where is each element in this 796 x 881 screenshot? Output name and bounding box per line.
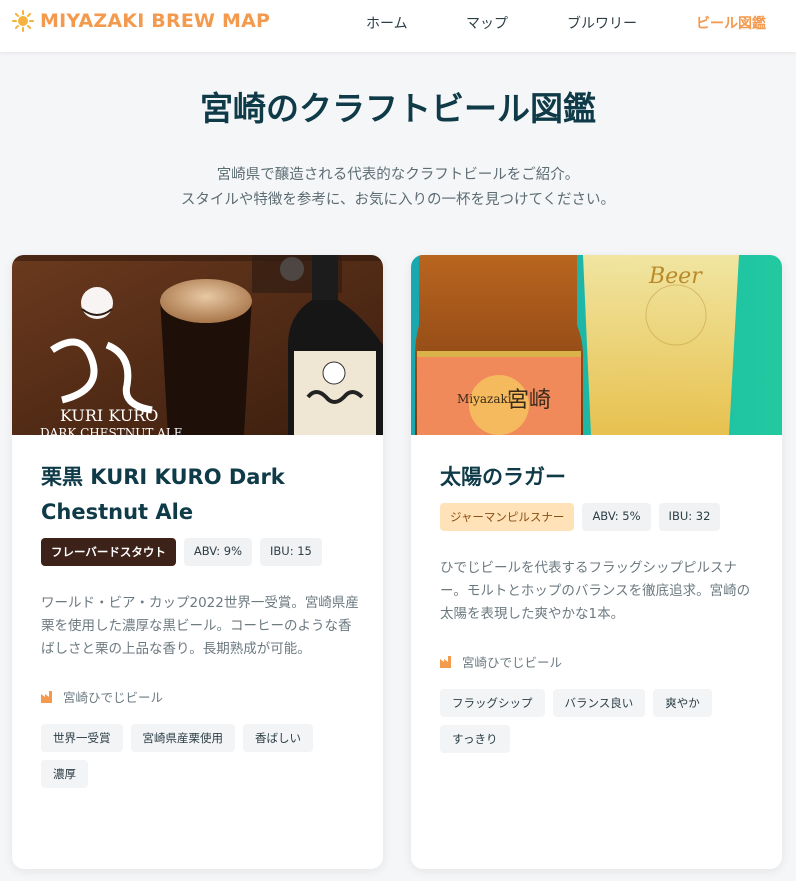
tag-chip[interactable]: バランス良い (552, 689, 646, 717)
page-subtitle: 宮崎県で醸造される代表的なクラフトビールをご紹介。 スタイルや特徴を参考に、お気… (0, 163, 796, 213)
beer-card-body: 栗黒 KURI KURO Dark Chestnut Ale フレーバードスタウ… (41, 460, 361, 788)
ibu-badge: IBU: 32 (658, 503, 721, 531)
brewery-name: 宮崎ひでじビール (63, 690, 164, 705)
abv-badge: ABV: 5% (582, 503, 651, 531)
top-nav-bar: MIYAZAKI BREW MAP ホーム マップ ブルワリー ビール図鑑 (0, 0, 796, 52)
beer-specs: ジャーマンピルスナー ABV: 5% IBU: 32 (440, 503, 760, 531)
beer-description: ワールド・ビア・カップ2022世界一受賞。宮崎県産栗を使用した濃厚な黒ビール。コ… (41, 595, 359, 657)
factory-icon (440, 655, 451, 668)
image-label-miyazaki-kanji: 宮崎 (507, 388, 551, 413)
beer-image-taiyo-lager: Beer Miyazaki 宮崎 (411, 255, 782, 435)
brewery-info: 宮崎ひでじビール (440, 652, 760, 671)
image-label-miyazaki: Miyazaki (457, 392, 512, 406)
beer-name: 栗黒 KURI KURO Dark Chestnut Ale (41, 465, 285, 524)
beer-card-taiyo-lager[interactable]: Beer Miyazaki 宮崎 太陽のラガー ジャーマンピルスナー ABV: … (411, 255, 782, 869)
subtitle-line-1: 宮崎県で醸造される代表的なクラフトビールをご紹介。 (216, 167, 580, 183)
style-badge: ジャーマンピルスナー (440, 503, 575, 531)
factory-icon (41, 690, 52, 703)
nav-map[interactable]: マップ (466, 13, 508, 33)
beer-tags: 世界一受賞 宮崎県産栗使用 香ばしい 濃厚 (41, 724, 341, 788)
image-label-dark-chestnut: DARK CHESTNUT ALE (40, 426, 183, 435)
brewery-info: 宮崎ひでじビール (41, 687, 361, 706)
tag-chip[interactable]: 宮崎県産栗使用 (130, 724, 235, 752)
beer-tags: フラッグシップ バランス良い 爽やか すっきり (440, 689, 740, 753)
beer-card-kuri-kuro[interactable]: KURI KURO DARK CHESTNUT ALE 栗黒 KURI KURO… (12, 255, 383, 869)
beer-card-body: 太陽のラガー ジャーマンピルスナー ABV: 5% IBU: 32 ひでじビール… (440, 460, 760, 753)
tag-chip[interactable]: すっきり (440, 725, 510, 753)
beer-specs: フレーバードスタウト ABV: 9% IBU: 15 (41, 538, 361, 566)
brewery-name: 宮崎ひでじビール (462, 655, 563, 670)
nav-breweries[interactable]: ブルワリー (567, 13, 637, 33)
ibu-badge: IBU: 15 (260, 538, 322, 566)
style-badge: フレーバードスタウト (41, 538, 176, 566)
image-label-kuri-kuro: KURI KURO (60, 406, 158, 425)
tag-chip[interactable]: 世界一受賞 (41, 724, 123, 752)
beer-name: 太陽のラガー (440, 465, 566, 489)
nav-home[interactable]: ホーム (366, 13, 408, 33)
nav-beer-guide[interactable]: ビール図鑑 (696, 13, 766, 33)
page-title: 宮崎のクラフトビール図鑑 (200, 89, 596, 128)
tag-chip[interactable]: フラッグシップ (440, 689, 545, 717)
main-nav: ホーム マップ ブルワリー ビール図鑑 (0, 13, 796, 33)
tag-chip[interactable]: 香ばしい (243, 724, 313, 752)
abv-badge: ABV: 9% (183, 538, 252, 566)
tag-chip[interactable]: 爽やか (653, 689, 712, 717)
beer-description: ひでじビールを代表するフラッグシップピルスナー。モルトとホップのバランスを徹底追… (440, 560, 751, 622)
subtitle-line-2: スタイルや特徴を参考に、お気に入りの一杯を見つけてください。 (180, 192, 616, 208)
beer-image-kuri-kuro: KURI KURO DARK CHESTNUT ALE (12, 255, 383, 435)
tag-chip[interactable]: 濃厚 (41, 760, 88, 788)
